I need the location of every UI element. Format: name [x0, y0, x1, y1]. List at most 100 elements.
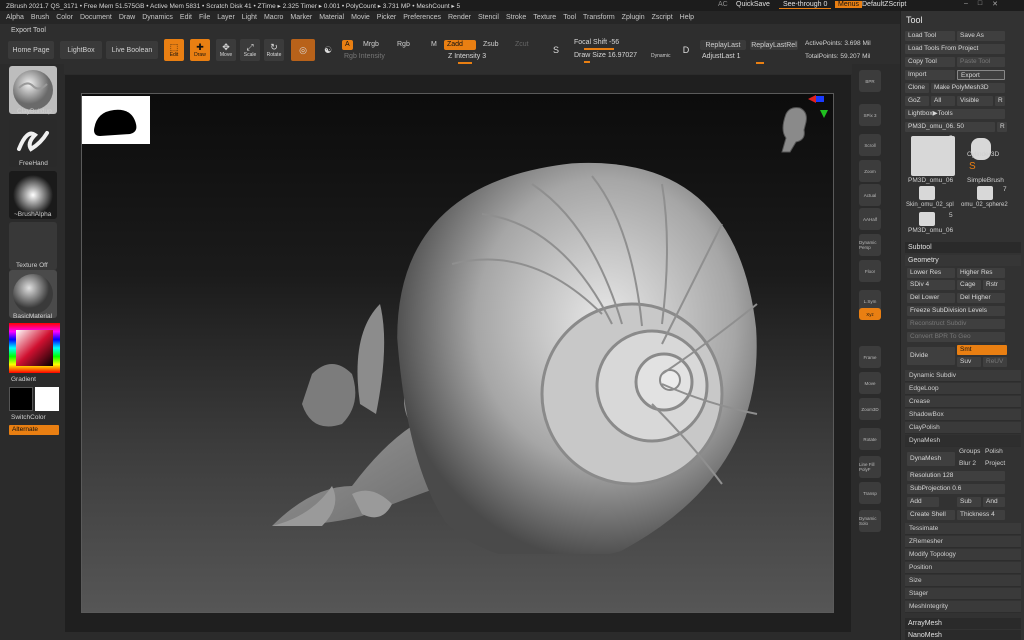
claypolish-section[interactable]: ClayPolish [905, 422, 1021, 434]
export-button[interactable]: Export [957, 70, 1005, 80]
crease-section[interactable]: Crease [905, 396, 1021, 408]
menu-help[interactable]: Help [680, 14, 694, 21]
right-shelf-zoom3d[interactable]: Zoom3D [859, 398, 881, 420]
menus-toggle[interactable]: Menus [835, 1, 863, 8]
replay-last-rel-button[interactable]: ReplayLastRel [750, 40, 798, 50]
groups-toggle[interactable]: Groups [959, 448, 980, 455]
minimize-icon[interactable]: – [964, 0, 968, 8]
menu-light[interactable]: Light [242, 14, 257, 21]
lower-res-button[interactable]: Lower Res [907, 268, 955, 278]
right-shelf-dynamic-solo[interactable]: Dynamic Solo [859, 510, 881, 532]
rgb-intensity-slider[interactable]: Rgb Intensity [344, 53, 440, 62]
dynamesh-button[interactable]: DynaMesh [907, 452, 955, 466]
menu-document[interactable]: Document [80, 14, 112, 21]
s-icon-button[interactable]: S [548, 42, 564, 58]
project-toggle[interactable]: Project [985, 460, 1005, 467]
edgeloop-section[interactable]: EdgeLoop [905, 383, 1021, 395]
right-shelf-spix-3[interactable]: SPix 3 [859, 104, 881, 126]
menu-color[interactable]: Color [56, 14, 73, 21]
menu-marker[interactable]: Marker [290, 14, 312, 21]
menu-stroke[interactable]: Stroke [506, 14, 526, 21]
stager-section[interactable]: Stager [905, 588, 1021, 600]
import-button[interactable]: Import [905, 70, 955, 80]
replay-last-button[interactable]: ReplayLast [700, 40, 746, 50]
menu-layer[interactable]: Layer [217, 14, 235, 21]
default-zscript-button[interactable]: DefaultZScript [862, 1, 906, 8]
reuv-button[interactable]: ReUV [983, 357, 1007, 367]
load-tool-button[interactable]: Load Tool [905, 31, 955, 41]
all-button[interactable]: All [931, 96, 955, 106]
smt-toggle[interactable]: Smt [957, 345, 1007, 355]
move-button[interactable]: ✥ Move [216, 39, 236, 61]
geometry-section[interactable]: Geometry [905, 255, 1021, 266]
freeze-subdivision-button[interactable]: Freeze SubDivision Levels [907, 306, 1005, 316]
add-button[interactable]: Add [907, 497, 939, 507]
dynamic-toggle[interactable]: Dynamic [648, 51, 673, 61]
menu-render[interactable]: Render [448, 14, 471, 21]
m-toggle[interactable]: M [428, 40, 440, 50]
divide-button[interactable]: Divide [907, 347, 955, 365]
arraymesh-section[interactable]: ArrayMesh [905, 618, 1021, 629]
tessimate-section[interactable]: Tessimate [905, 523, 1021, 535]
viewport-canvas[interactable] [81, 93, 834, 613]
adjust-last-slider[interactable]: AdjustLast 1 [702, 53, 768, 64]
zadd-toggle[interactable]: Zadd [444, 40, 476, 50]
menu-material[interactable]: Material [319, 14, 344, 21]
live-boolean-button[interactable]: Live Boolean [106, 41, 158, 59]
higher-res-button[interactable]: Higher Res [957, 268, 1005, 278]
tool-thumb-1[interactable] [911, 136, 955, 176]
zcut-toggle[interactable]: Zcut [512, 40, 532, 50]
save-as-button[interactable]: Save As [957, 31, 1005, 41]
right-shelf-transp[interactable]: Transp [859, 482, 881, 504]
dynamic-subdiv-section[interactable]: Dynamic Subdiv [905, 370, 1021, 382]
right-shelf-scroll[interactable]: Scroll [859, 134, 881, 156]
lightbox-tools-button[interactable]: Lightbox▶Tools [905, 109, 1005, 119]
scale-button[interactable]: ⤢ Scale [240, 39, 260, 61]
thickness-slider[interactable]: Thickness 4 [957, 510, 1005, 520]
current-tool-r-button[interactable]: R [997, 122, 1007, 132]
a-toggle[interactable]: A [342, 40, 353, 50]
tool-thumb-5[interactable] [919, 186, 935, 200]
menu-draw[interactable]: Draw [119, 14, 135, 21]
menu-zplugin[interactable]: Zplugin [622, 14, 645, 21]
menu-dynamics[interactable]: Dynamics [142, 14, 173, 21]
right-shelf-floor[interactable]: Floor [859, 260, 881, 282]
snail-sculpt-model[interactable] [252, 154, 772, 554]
right-shelf-zoom[interactable]: Zoom [859, 160, 881, 182]
tool-thumb-7[interactable] [919, 212, 935, 226]
del-lower-button[interactable]: Del Lower [907, 293, 955, 303]
nanomesh-section[interactable]: NanoMesh [905, 630, 1021, 640]
subprojection-slider[interactable]: SubProjection 0.6 [907, 484, 1005, 494]
ac-button[interactable]: AC [718, 1, 728, 8]
right-shelf-actual[interactable]: Actual [859, 184, 881, 206]
right-shelf-rotate[interactable]: Rotate [859, 428, 881, 450]
mrgb-toggle[interactable]: Mrgb [360, 40, 382, 50]
menu-picker[interactable]: Picker [377, 14, 396, 21]
color-picker[interactable] [9, 323, 60, 373]
menu-file[interactable]: File [199, 14, 210, 21]
rstr-button[interactable]: Rstr [983, 280, 1005, 290]
paste-tool-button[interactable]: Paste Tool [957, 57, 1005, 67]
navigation-head-icon[interactable] [772, 94, 832, 168]
blur-slider[interactable]: Blur 2 [959, 460, 976, 467]
meshintegrity-section[interactable]: MeshIntegrity [905, 601, 1021, 613]
right-shelf-bpr[interactable]: BPR [859, 70, 881, 92]
quicksave-button[interactable]: QuickSave [736, 1, 770, 8]
goz-button[interactable]: GoZ [905, 96, 929, 106]
switch-color-button[interactable]: SwitchColor [11, 414, 46, 421]
make-polymesh-button[interactable]: Make PolyMesh3D [931, 83, 1005, 93]
edit-button[interactable]: ⬚ Edit [164, 39, 184, 61]
close-icon[interactable]: ✕ [992, 0, 998, 8]
focal-shift-slider[interactable]: Focal Shift -56 [574, 39, 672, 50]
right-shelf-move[interactable]: Move [859, 372, 881, 394]
current-tool-slider[interactable]: PM3D_omu_06. 50 [905, 122, 995, 132]
menu-brush[interactable]: Brush [31, 14, 49, 21]
right-shelf-dynamic-persp[interactable]: Dynamic Persp [859, 234, 881, 256]
rgb-toggle[interactable]: Rgb [394, 40, 413, 50]
lightbox-button[interactable]: LightBox [60, 41, 102, 59]
right-shelf-aahalf[interactable]: AAHalf [859, 208, 881, 230]
brush-button[interactable] [9, 66, 57, 114]
menu-preferences[interactable]: Preferences [403, 14, 441, 21]
right-shelf-line-fill-polyf[interactable]: Line Fill PolyF [859, 456, 881, 478]
modify-topology-section[interactable]: Modify Topology [905, 549, 1021, 561]
